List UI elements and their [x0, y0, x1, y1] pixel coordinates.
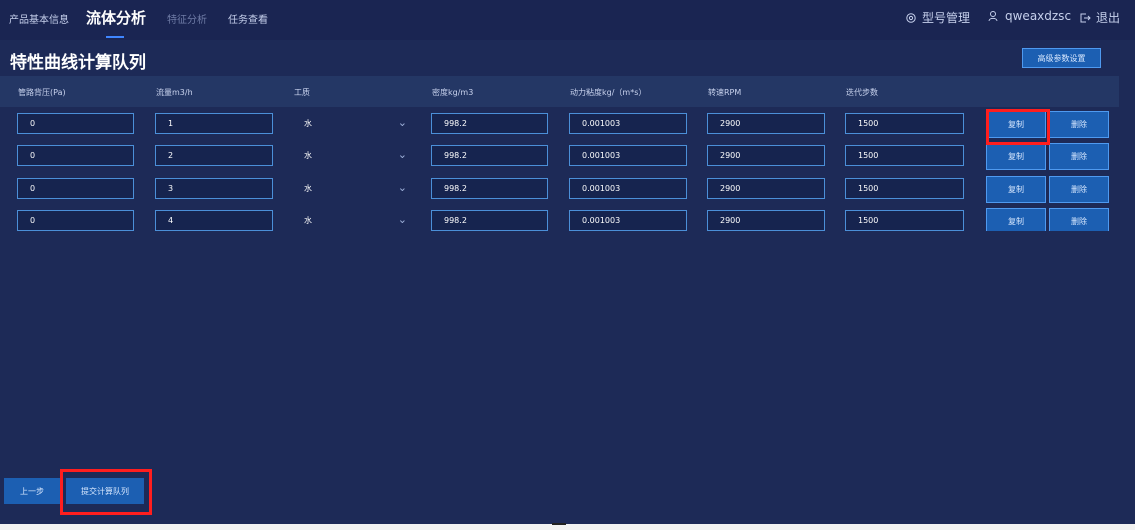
medium-value: 水 [304, 119, 312, 128]
flow-input[interactable]: 2 [155, 145, 273, 166]
tab-feature-analysis[interactable]: 特征分析 [167, 11, 207, 26]
viscosity-input[interactable]: 0.001003 [569, 178, 687, 199]
delete-button[interactable]: 删除 [1049, 143, 1109, 170]
user-menu[interactable]: qweaxdzsc [988, 9, 1071, 23]
flow-input[interactable]: 3 [155, 178, 273, 199]
table-row: 0 4 水 ⌄ 998.2 0.001003 2900 1500 复制 删除 [0, 207, 1119, 231]
medium-value: 水 [304, 184, 312, 193]
model-management-link[interactable]: 型号管理 [905, 9, 970, 26]
rpm-input[interactable]: 2900 [707, 178, 825, 199]
steps-input[interactable]: 1500 [845, 210, 964, 231]
strip-mark [552, 523, 566, 525]
logout-label: 退出 [1096, 11, 1121, 25]
copy-button[interactable]: 复制 [986, 143, 1046, 170]
tab-fluid-analysis[interactable]: 流体分析 [86, 7, 146, 28]
steps-input[interactable]: 1500 [845, 178, 964, 199]
rpm-input[interactable]: 2900 [707, 113, 825, 134]
logout-button[interactable]: 退出 [1079, 9, 1120, 26]
column-header-steps: 迭代步数 [846, 88, 878, 97]
tab-product-info[interactable]: 产品基本信息 [9, 11, 69, 26]
copy-button[interactable]: 复制 [986, 176, 1046, 203]
model-management-label: 型号管理 [922, 11, 971, 25]
rpm-input[interactable]: 2900 [707, 145, 825, 166]
table-row: 0 3 水 ⌄ 998.2 0.001003 2900 1500 复制 删除 [0, 175, 1119, 205]
table-row: 0 2 水 ⌄ 998.2 0.001003 2900 1500 复制 删除 [0, 142, 1119, 172]
medium-select[interactable]: 水 ⌄ [294, 210, 415, 231]
delete-button[interactable]: 删除 [1049, 208, 1109, 231]
bottom-strip [0, 524, 1135, 530]
medium-select[interactable]: 水 ⌄ [294, 113, 415, 134]
column-header-rpm: 转速RPM [708, 88, 742, 97]
delete-button[interactable]: 删除 [1049, 111, 1109, 138]
copy-button[interactable]: 复制 [986, 111, 1046, 138]
pressure-input[interactable]: 0 [17, 178, 134, 199]
delete-button[interactable]: 删除 [1049, 176, 1109, 203]
user-icon [988, 11, 998, 22]
table-row: 0 1 水 ⌄ 998.2 0.001003 2900 1500 复制 删除 [0, 110, 1119, 140]
chevron-down-icon: ⌄ [397, 116, 407, 129]
density-input[interactable]: 998.2 [431, 178, 548, 199]
viscosity-input[interactable]: 0.001003 [569, 113, 687, 134]
flow-input[interactable]: 1 [155, 113, 273, 134]
previous-step-button[interactable]: 上一步 [4, 478, 60, 504]
tab-task-view[interactable]: 任务查看 [228, 11, 268, 26]
chevron-down-icon: ⌄ [397, 148, 407, 161]
medium-select[interactable]: 水 ⌄ [294, 178, 415, 199]
active-tab-indicator [106, 36, 124, 38]
column-header-medium: 工质 [294, 88, 310, 97]
rpm-input[interactable]: 2900 [707, 210, 825, 231]
chevron-down-icon: ⌄ [397, 181, 407, 194]
pressure-input[interactable]: 0 [17, 113, 134, 134]
top-navbar: 产品基本信息 流体分析 特征分析 任务查看 型号管理 qweaxdzsc 退出 [0, 0, 1135, 40]
medium-select[interactable]: 水 ⌄ [294, 145, 415, 166]
steps-input[interactable]: 1500 [845, 113, 964, 134]
medium-value: 水 [304, 216, 312, 225]
steps-input[interactable]: 1500 [845, 145, 964, 166]
column-header-viscosity: 动力粘度kg/（m*s） [570, 88, 647, 97]
density-input[interactable]: 998.2 [431, 210, 548, 231]
density-input[interactable]: 998.2 [431, 113, 548, 134]
pressure-input[interactable]: 0 [17, 210, 134, 231]
gear-icon [906, 12, 916, 23]
app-window: 产品基本信息 流体分析 特征分析 任务查看 型号管理 qweaxdzsc 退出 … [0, 0, 1135, 524]
viscosity-input[interactable]: 0.001003 [569, 145, 687, 166]
page-title: 特性曲线计算队列 [10, 53, 146, 73]
username-label: qweaxdzsc [1005, 9, 1072, 23]
column-header-density: 密度kg/m3 [432, 88, 474, 97]
chevron-down-icon: ⌄ [397, 213, 407, 226]
density-input[interactable]: 998.2 [431, 145, 548, 166]
column-header-flow: 流量m3/h [156, 88, 193, 97]
submit-queue-button[interactable]: 提交计算队列 [66, 478, 144, 504]
flow-input[interactable]: 4 [155, 210, 273, 231]
medium-value: 水 [304, 151, 312, 160]
viscosity-input[interactable]: 0.001003 [569, 210, 687, 231]
column-header-pressure: 管路背压(Pa) [18, 88, 66, 97]
logout-icon [1080, 13, 1091, 22]
copy-button[interactable]: 复制 [986, 208, 1046, 231]
pressure-input[interactable]: 0 [17, 145, 134, 166]
table-header: 管路背压(Pa) 流量m3/h 工质 密度kg/m3 动力粘度kg/（m*s） … [0, 76, 1119, 107]
advanced-settings-button[interactable]: 高级参数设置 [1022, 48, 1101, 68]
